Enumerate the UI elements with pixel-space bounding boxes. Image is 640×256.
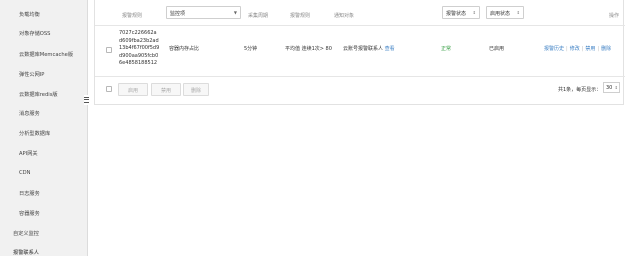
column-header-actions: 操作 [609,13,620,19]
separator: | [597,46,600,52]
rule-id-line: d900aa905fcb0 [119,52,159,59]
rule-id: 7027c226662a d609fba23b2ad 13b4f67f00f5d… [119,30,159,68]
period-cell: 5分钟 [244,46,258,52]
column-header-rule: 报警规则 [290,13,311,19]
page-size-select[interactable]: 30 ⇕ [603,82,620,93]
pagination-summary: 共1条，每页显示： [558,87,602,93]
sidebar-item-ads[interactable]: 分析型数据库 [19,130,50,137]
sidebar-item-slb[interactable]: 负载均衡 [19,11,40,18]
sidebar-item-oss[interactable]: 对象存储OSS [19,30,50,37]
menu-icon-line [84,101,89,103]
enabled-filter-label: 启用状态 [490,11,511,17]
page-size-value: 30 [606,85,613,91]
sidebar-item-mns[interactable]: 消息服务 [19,110,40,117]
separator: | [566,46,568,52]
metric-cell: 容器内存占比 [169,46,200,52]
row-checkbox[interactable] [106,47,112,53]
metric-filter-select[interactable]: 监控项 ▼ [166,6,241,19]
rule-id-line: 13b4f67f00f5d9 [119,45,160,52]
column-header-period: 采集周期 [248,13,269,19]
edit-link[interactable]: 修改 [570,46,580,52]
sidebar-item-memcache[interactable]: 云数据库Memcache版 [19,51,73,58]
status-filter-label: 报警状态 [446,11,467,17]
view-contacts-link[interactable]: 查看 [385,46,395,52]
enable-button[interactable]: 启用 [118,83,148,96]
row-actions: 报警历史 | 修改 | 禁用 | 删除 [544,45,611,52]
select-all-checkbox[interactable] [106,86,112,92]
column-header-rule-name: 报警规则 [122,13,143,19]
sort-icon: ⇕ [516,10,520,15]
sidebar-item-container[interactable]: 容器服务 [19,210,40,217]
sidebar-item-alarm-contacts[interactable]: 报警联系人 [13,249,39,256]
notify-target: 云账号报警联系人 [343,46,384,52]
disable-button[interactable]: 禁用 [151,83,181,96]
delete-link[interactable]: 删除 [601,46,611,52]
sidebar-item-eip[interactable]: 弹性公网IP [19,71,44,78]
rule-id-line: 7027c226662a [119,30,157,36]
column-header-notify: 通知对象 [334,13,355,19]
main-content: 报警规则 监控项 ▼ 采集周期 报警规则 通知对象 报警状态 ⇕ 启用状态 ⇕ … [92,0,628,256]
sidebar: 负载均衡 对象存储OSS 云数据库Memcache版 弹性公网IP 云数据库re… [0,0,88,256]
sidebar-item-api-gateway[interactable]: API网关 [19,150,38,157]
status-badge: 正常 [441,46,452,52]
sidebar-collapse-handle[interactable] [84,95,90,105]
metric-filter-label: 监控项 [170,11,186,17]
enabled-filter-select[interactable]: 启用状态 ⇕ [486,6,524,19]
status-filter-select[interactable]: 报警状态 ⇕ [442,6,480,19]
disable-link[interactable]: 禁用 [585,46,595,52]
sidebar-item-custom-monitor[interactable]: 自定义监控 [13,230,39,237]
sort-icon: ⇕ [614,85,618,90]
menu-icon-line [84,96,89,98]
table-row: 7027c226662a d609fba23b2ad 13b4f67f00f5d… [95,25,625,77]
sidebar-item-redis[interactable]: 云数据库redis版 [19,91,58,98]
sidebar-item-cdn[interactable]: CDN [19,170,31,176]
sort-icon: ⇕ [472,10,476,15]
alarm-history-link[interactable]: 报警历史 [544,46,564,52]
rule-cell: 平均值 连续1次> 80 [285,46,332,52]
separator: | [581,46,584,52]
alarm-rules-table: 报警规则 监控项 ▼ 采集周期 报警规则 通知对象 报警状态 ⇕ 启用状态 ⇕ … [94,0,625,105]
enabled-status: 已启用 [489,46,505,52]
sidebar-item-log[interactable]: 日志服务 [19,190,40,197]
menu-icon-line [84,99,89,101]
delete-button[interactable]: 删除 [183,83,209,96]
rule-id-line: d609fba23b2ad [119,37,159,44]
rule-id-line: 6e4858188512 [119,60,158,67]
chevron-down-icon: ▼ [233,10,237,15]
notify-cell: 云账号报警联系人 查看 [343,45,395,52]
